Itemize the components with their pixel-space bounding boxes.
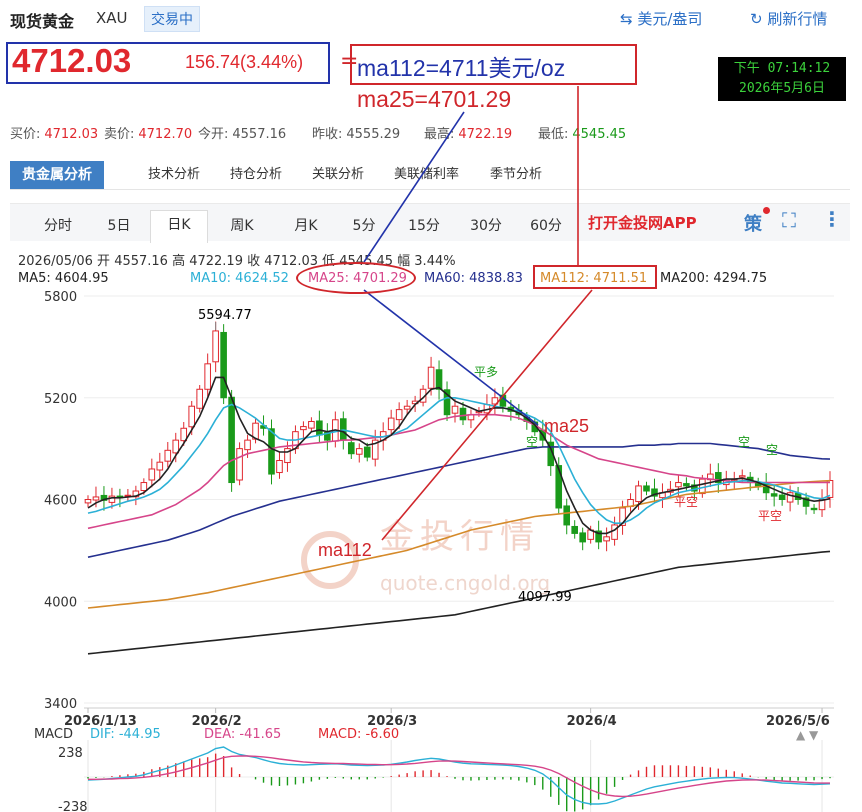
signal-label: 平空 bbox=[758, 509, 782, 523]
y-tick-label: 5800 bbox=[44, 290, 77, 305]
macd-upper-tick: 238 bbox=[58, 746, 83, 761]
candle-body bbox=[635, 485, 642, 503]
candle-body bbox=[571, 525, 578, 534]
min-price-label: 4097.99 bbox=[518, 590, 572, 605]
macd-toggle-icons[interactable]: ▲ ▼ bbox=[796, 728, 818, 742]
candle-body bbox=[316, 420, 323, 436]
candle-body bbox=[236, 448, 243, 481]
candle-body bbox=[675, 482, 682, 488]
candle-body bbox=[699, 478, 706, 495]
annotation-ma112-chart: ma112 bbox=[318, 540, 372, 560]
arrow-ma25-chart bbox=[363, 289, 539, 426]
candle-body bbox=[140, 482, 148, 492]
candle-body bbox=[603, 536, 610, 542]
candle-body bbox=[435, 369, 443, 390]
signal-label: 平多 bbox=[474, 365, 498, 379]
candle-body bbox=[459, 407, 467, 421]
candle-body bbox=[164, 449, 172, 462]
candle-body bbox=[427, 366, 435, 389]
arrow-ma25-up bbox=[363, 111, 465, 263]
candle-body bbox=[395, 409, 403, 421]
y-tick-label: 3400 bbox=[44, 697, 77, 712]
candle-body bbox=[643, 485, 650, 492]
candle-body bbox=[347, 442, 355, 455]
candle-body bbox=[387, 417, 395, 431]
candle-body bbox=[810, 507, 818, 511]
candle-body bbox=[770, 493, 778, 497]
candle-body bbox=[738, 475, 746, 478]
ma112-highlight-box bbox=[533, 265, 657, 289]
candle-body bbox=[563, 505, 571, 526]
candle-body bbox=[300, 426, 307, 431]
macd-lower-tick: -238 bbox=[58, 800, 88, 812]
y-tick-label: 4000 bbox=[44, 595, 77, 610]
candle-body bbox=[363, 446, 371, 458]
kline-chart: 58005200460040003400金投行情quote.cngold.org… bbox=[44, 86, 834, 812]
candle-body bbox=[268, 428, 275, 475]
ma200-line bbox=[87, 550, 831, 655]
candle-body bbox=[220, 331, 227, 399]
candle-body bbox=[156, 461, 164, 471]
candle-body bbox=[778, 494, 786, 500]
y-tick-label: 4600 bbox=[44, 494, 77, 509]
candle-body bbox=[451, 405, 459, 414]
signal-label: 平空 bbox=[674, 495, 698, 509]
candle-body bbox=[244, 439, 251, 451]
candle-body bbox=[92, 496, 100, 501]
ma25-highlight-ellipse bbox=[296, 262, 416, 294]
x-tick-label: 2026/4 bbox=[567, 714, 617, 729]
macd-title: MACD bbox=[34, 727, 73, 742]
candle-body bbox=[276, 459, 283, 474]
signal-label: 空 bbox=[766, 443, 778, 457]
x-tick-label: 2026/5/6 bbox=[766, 714, 830, 729]
candle-body bbox=[555, 465, 563, 509]
signal-label: 空 bbox=[526, 435, 538, 449]
candle-body bbox=[683, 483, 690, 487]
candle-body bbox=[611, 524, 618, 540]
candle-body bbox=[212, 330, 219, 363]
candle-body bbox=[228, 396, 235, 484]
y-tick-label: 5200 bbox=[44, 392, 77, 407]
macd-dif: DIF: -44.95 bbox=[90, 727, 161, 742]
candle-body bbox=[84, 499, 92, 504]
macd-dea: DEA: -41.65 bbox=[204, 727, 282, 742]
candle-body bbox=[172, 439, 180, 454]
candle-body bbox=[355, 448, 363, 455]
candle-body bbox=[204, 363, 211, 390]
candle-body bbox=[148, 468, 156, 481]
candle-body bbox=[188, 405, 196, 428]
macd-value: MACD: -6.60 bbox=[318, 727, 400, 742]
candle-body bbox=[403, 405, 411, 410]
candle-body bbox=[196, 388, 203, 409]
candle-body bbox=[579, 532, 586, 543]
annotation-ma25-chart: ma25 bbox=[544, 416, 589, 436]
max-price-label: 5594.77 bbox=[198, 308, 252, 323]
candle-body bbox=[308, 420, 315, 429]
signal-label: 空 bbox=[738, 435, 750, 449]
